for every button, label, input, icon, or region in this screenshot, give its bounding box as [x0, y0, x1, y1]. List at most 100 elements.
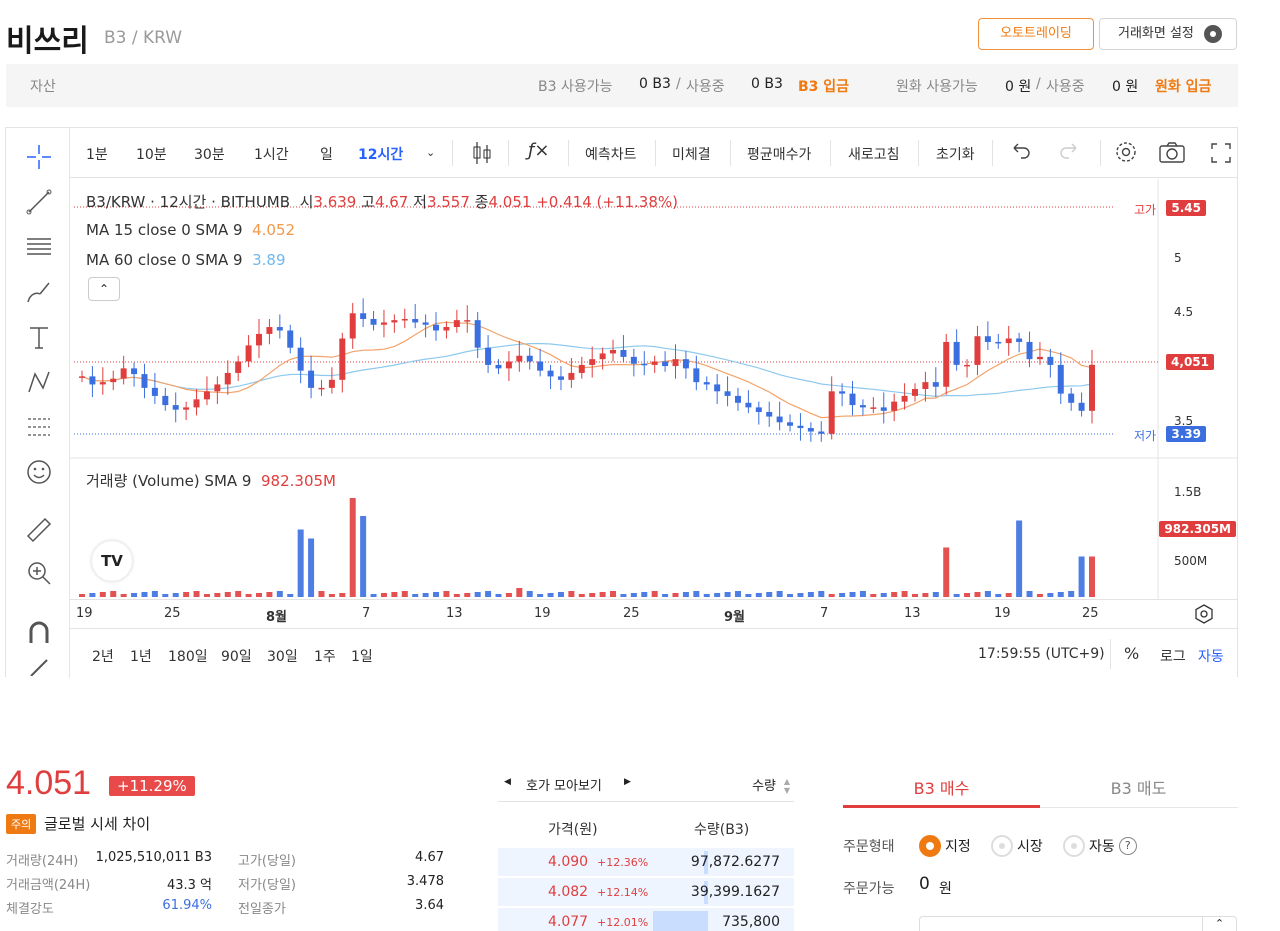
- volume-legend[interactable]: 거래량 (Volume) SMA 9 982.305M: [86, 470, 336, 491]
- smiley-icon[interactable]: [24, 457, 54, 487]
- axis-settings-icon[interactable]: [1194, 604, 1214, 628]
- fullscreen-icon[interactable]: [1210, 142, 1232, 168]
- volume-bar: [797, 593, 804, 597]
- ruler-icon[interactable]: [24, 515, 54, 545]
- interval-30m[interactable]: 30분: [194, 144, 225, 164]
- candlestick-chart[interactable]: [70, 179, 1238, 599]
- stat-label: 고가(당일): [238, 854, 296, 869]
- magnet-icon[interactable]: [24, 618, 54, 648]
- pencil-icon[interactable]: [24, 656, 54, 676]
- candle-type-icon[interactable]: [470, 140, 494, 170]
- volume-bar: [422, 593, 429, 597]
- forecast-chart-button[interactable]: 예측차트: [585, 144, 637, 164]
- radio-market[interactable]: 시장: [991, 834, 1043, 858]
- interval-12h[interactable]: 12시간: [358, 144, 403, 164]
- ma60-legend[interactable]: MA 60 close 0 SMA 9 3.89: [86, 251, 286, 269]
- redo-icon[interactable]: [1058, 140, 1080, 166]
- toolbar-divider: [730, 140, 731, 166]
- stat-label: 전일종가: [238, 902, 286, 917]
- indicators-icon[interactable]: ƒ×: [528, 140, 549, 161]
- tradingview-logo[interactable]: TV: [92, 541, 132, 581]
- undo-icon[interactable]: [1010, 140, 1032, 166]
- fib-lines-icon[interactable]: [24, 232, 54, 262]
- range-1y[interactable]: 1년: [130, 646, 152, 666]
- camera-icon[interactable]: [1158, 140, 1186, 168]
- candle-body: [641, 363, 648, 366]
- sort-icon[interactable]: ▲ ▼: [784, 777, 790, 795]
- price-input[interactable]: ⌃: [919, 916, 1237, 931]
- krw-available-value: 0 원: [1005, 79, 1032, 95]
- range-2y[interactable]: 2년: [92, 646, 114, 666]
- volume-bar: [766, 592, 773, 597]
- candle-body: [682, 359, 689, 369]
- screen-settings-button[interactable]: 거래화면 설정: [1099, 18, 1237, 50]
- auto-trading-button[interactable]: 오토트레이딩: [978, 18, 1094, 50]
- interval-1m[interactable]: 1분: [86, 144, 108, 164]
- low-label: 저: [413, 193, 427, 211]
- volume-bar: [474, 592, 481, 597]
- price-plot[interactable]: B3/KRW · 12시간 · BITHUMB 시3.639 고4.67 저3.…: [70, 179, 1238, 599]
- range-1d[interactable]: 1일: [351, 646, 373, 666]
- volume-bar: [693, 591, 700, 597]
- x-tick: 13: [446, 606, 463, 621]
- ma15-legend[interactable]: MA 15 close 0 SMA 9 4.052: [86, 221, 295, 239]
- interval-1h[interactable]: 1시간: [254, 144, 289, 164]
- zoom-in-icon[interactable]: [24, 558, 54, 588]
- ask-row[interactable]: 4.090 +12.36% 97,872.6277: [498, 848, 794, 877]
- radio-limit[interactable]: 지정: [919, 834, 971, 858]
- time-axis[interactable]: 19 25 8월 7 13 19 25 9월 7 13 19 25: [70, 599, 1238, 628]
- help-icon[interactable]: ?: [1118, 837, 1137, 855]
- b3-deposit-link[interactable]: B3 입금: [798, 76, 849, 96]
- interval-day[interactable]: 일: [320, 144, 333, 164]
- interval-10m[interactable]: 10분: [136, 144, 167, 164]
- global-price-diff[interactable]: 글로벌 시세 차이: [44, 813, 150, 834]
- settings-icon[interactable]: [1114, 140, 1138, 168]
- candle-body: [672, 359, 679, 367]
- crosshair-icon[interactable]: [24, 142, 54, 172]
- range-30d[interactable]: 30일: [267, 646, 298, 666]
- krw-deposit-link[interactable]: 원화 입금: [1155, 76, 1211, 96]
- ask-row[interactable]: 4.077 +12.01% 735,800: [498, 908, 794, 931]
- percent-toggle[interactable]: %: [1124, 644, 1139, 663]
- range-180d[interactable]: 180일: [168, 646, 208, 666]
- pattern-icon[interactable]: [24, 367, 54, 397]
- tab-sell[interactable]: B3 매도: [1040, 775, 1237, 799]
- volume-bar: [995, 594, 1002, 597]
- forecast-icon[interactable]: [24, 412, 54, 442]
- caret-right-icon[interactable]: ▶: [624, 777, 631, 787]
- volume-bar: [276, 591, 283, 597]
- range-90d[interactable]: 90일: [221, 646, 252, 666]
- avg-price-button[interactable]: 평균매수가: [747, 144, 811, 164]
- volume-bar: [870, 594, 877, 597]
- tab-buy[interactable]: B3 매수: [843, 775, 1040, 799]
- volume-bar: [464, 593, 471, 597]
- available-unit: 원: [939, 881, 952, 897]
- stat-value: 3.478: [406, 874, 444, 889]
- range-1w[interactable]: 1주: [314, 646, 336, 666]
- volume-bar: [162, 594, 169, 597]
- caret-left-icon[interactable]: ◀: [504, 777, 511, 787]
- volume-bar: [443, 591, 450, 597]
- brush-icon[interactable]: [24, 277, 54, 307]
- refresh-button[interactable]: 새로고침: [848, 144, 900, 164]
- auto-toggle[interactable]: 자동: [1198, 646, 1224, 666]
- trend-line-icon[interactable]: [24, 187, 54, 217]
- collapse-legend-button[interactable]: ⌃: [88, 277, 120, 301]
- candle-body: [1026, 341, 1033, 360]
- orderbook-group-label[interactable]: 호가 모아보기: [526, 775, 602, 794]
- text-icon[interactable]: [24, 322, 54, 352]
- chevron-down-icon[interactable]: ⌄: [426, 146, 435, 159]
- high-label: 고: [361, 193, 375, 211]
- ask-row[interactable]: 4.082 +12.14% 39,399.1627: [498, 878, 794, 907]
- page-header: 비쓰리 B3 / KRW 오토트레이딩 거래화면 설정: [6, 12, 1238, 59]
- volume-bar: [839, 593, 846, 597]
- slash: /: [1036, 76, 1041, 92]
- sort-label[interactable]: 수량: [752, 775, 776, 794]
- log-toggle[interactable]: 로그: [1160, 646, 1186, 666]
- krw-available-label: 원화 사용가능: [896, 79, 978, 95]
- chevron-up-icon[interactable]: ⌃: [1202, 917, 1236, 931]
- unfilled-button[interactable]: 미체결: [672, 144, 711, 164]
- radio-label: 자동: [1089, 839, 1115, 855]
- reset-button[interactable]: 초기화: [936, 144, 975, 164]
- radio-auto[interactable]: 자동 ?: [1063, 834, 1137, 858]
